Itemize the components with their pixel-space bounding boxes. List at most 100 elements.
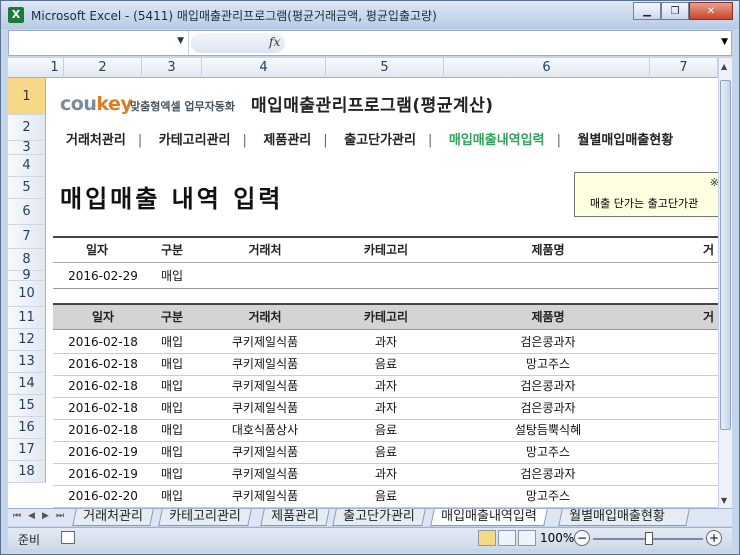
row-header[interactable]: 2 [8,115,46,141]
tab-vendors[interactable]: 거래처관리 [72,509,154,526]
row-header[interactable]: 18 [8,461,46,483]
column-header[interactable]: 3 [142,58,202,78]
nav-link-vendors[interactable]: 거래처관리 [66,129,126,148]
cell-date[interactable]: 2016-02-18 [53,354,153,375]
row-header[interactable]: 16 [8,417,46,439]
cell-category[interactable]: 과자 [327,376,445,397]
input-type[interactable]: 매입 [141,265,203,288]
normal-view-button[interactable] [478,530,496,546]
worksheet-grid[interactable]: 1 2 3 4 5 6 7 1 2 3 4 5 6 7 8 9 10 11 12 13 14 15 16 17 1… [8,58,718,509]
cell-type[interactable]: 매입 [141,442,203,463]
cell-type[interactable]: 매입 [141,398,203,419]
input-date[interactable]: 2016-02-29 [53,265,153,288]
restore-button[interactable]: ❐ [661,2,689,20]
page-layout-view-button[interactable] [498,530,516,546]
tab-products[interactable]: 제품관리 [260,509,330,526]
cell-product[interactable]: 검은콩과자 [445,464,651,485]
cell-product[interactable]: 검은콩과자 [445,332,651,353]
cell-vendor[interactable]: 대호식품상사 [203,420,327,441]
cell-category[interactable]: 음료 [327,420,445,441]
cell-vendor[interactable]: 쿠키제일식품 [203,354,327,375]
zoom-slider-handle[interactable] [645,532,653,545]
cell-vendor[interactable]: 쿠키제일식품 [203,442,327,463]
last-sheet-icon[interactable]: ⏭ [56,511,64,521]
column-header[interactable]: 4 [202,58,326,78]
cell-category[interactable]: 과자 [327,332,445,353]
cell-date[interactable]: 2016-02-19 [53,442,153,463]
prev-sheet-icon[interactable]: ◀ [28,511,35,521]
nav-link-outbound-price[interactable]: 출고단가관리 [344,129,416,148]
scrollbar-thumb[interactable] [720,80,731,430]
row-header[interactable]: 15 [8,395,46,417]
cell-type[interactable]: 매입 [141,420,203,441]
cell-product[interactable]: 설탕듬뿍식혜 [445,420,651,441]
column-header[interactable]: 7 [650,58,718,78]
vertical-scrollbar[interactable]: ▲ ▼ [718,58,732,509]
cell-product[interactable]: 망고주스 [445,442,651,463]
page-break-view-button[interactable] [518,530,536,546]
cell-category[interactable]: 과자 [327,464,445,485]
row-header[interactable]: 10 [8,281,46,307]
row-header[interactable]: 4 [8,155,46,177]
zoom-level[interactable]: 100% [540,531,574,545]
zoom-out-button[interactable]: − [574,530,590,546]
row-header[interactable]: 14 [8,373,46,395]
cell-product[interactable]: 망고주스 [445,354,651,375]
minimize-button[interactable]: ▁ [633,2,661,20]
scroll-down-icon[interactable]: ▼ [721,496,727,505]
cell-category[interactable]: 음료 [327,354,445,375]
cell-date[interactable]: 2016-02-18 [53,398,153,419]
chevron-down-icon[interactable]: ▼ [177,36,184,46]
cell-category[interactable]: 과자 [327,398,445,419]
insert-function-button[interactable]: fx [269,35,280,49]
cell-type[interactable]: 매입 [141,464,203,485]
nav-link-monthly-summary[interactable]: 월별매입매출현황 [577,129,673,148]
column-header[interactable]: 1 [46,58,64,78]
cell-type[interactable]: 매입 [141,376,203,397]
tab-categories[interactable]: 카테고리관리 [158,509,252,526]
row-header[interactable]: 7 [8,225,46,249]
row-header[interactable]: 3 [8,141,46,155]
name-box[interactable]: ▼ [9,31,189,55]
macro-record-icon[interactable] [61,531,75,544]
cell-category[interactable]: 음료 [327,442,445,463]
cell-type[interactable]: 매입 [141,332,203,353]
tab-outbound-price[interactable]: 출고단가관리 [332,509,426,526]
cell-date[interactable]: 2016-02-19 [53,464,153,485]
tab-transactions[interactable]: 매입매출내역입력 [430,509,548,526]
cell-date[interactable]: 2016-02-18 [53,332,153,353]
row-header[interactable]: 5 [8,177,46,199]
cell-category[interactable]: 음료 [327,486,445,507]
cell-product[interactable]: 검은콩과자 [445,376,651,397]
cell-vendor[interactable]: 쿠키제일식품 [203,332,327,353]
cell-vendor[interactable]: 쿠키제일식품 [203,398,327,419]
tab-monthly-summary[interactable]: 월별매입매출현황 [558,509,690,526]
cell-date[interactable]: 2016-02-18 [53,420,153,441]
next-sheet-icon[interactable]: ▶ [42,511,49,521]
row-header[interactable]: 6 [8,199,46,225]
row-header[interactable]: 1 [8,78,46,115]
nav-link-products[interactable]: 제품관리 [263,129,311,148]
expand-formula-bar-icon[interactable]: ▼ [721,37,728,47]
first-sheet-icon[interactable]: ⏮ [13,511,21,521]
excel-app-icon[interactable]: X [8,7,24,23]
cell-date[interactable]: 2016-02-18 [53,376,153,397]
cell-vendor[interactable]: 쿠키제일식품 [203,376,327,397]
cell-product[interactable]: 검은콩과자 [445,398,651,419]
zoom-in-button[interactable]: + [706,530,722,546]
column-header[interactable]: 2 [64,58,142,78]
row-header[interactable]: 12 [8,329,46,351]
nav-link-transactions[interactable]: 매입매출내역입력 [449,129,545,148]
cell-vendor[interactable]: 쿠키제일식품 [203,464,327,485]
cell-product[interactable]: 망고주스 [445,486,651,507]
row-header[interactable]: 11 [8,307,46,329]
cell-date[interactable]: 2016-02-20 [53,486,153,507]
cell-vendor[interactable]: 쿠키제일식품 [203,486,327,507]
column-header[interactable]: 6 [444,58,650,78]
column-header[interactable]: 5 [326,58,444,78]
nav-link-categories[interactable]: 카테고리관리 [159,129,231,148]
row-header[interactable]: 17 [8,439,46,461]
row-header[interactable]: 13 [8,351,46,373]
close-button[interactable]: ✕ [689,2,733,20]
cell-type[interactable]: 매입 [141,354,203,375]
